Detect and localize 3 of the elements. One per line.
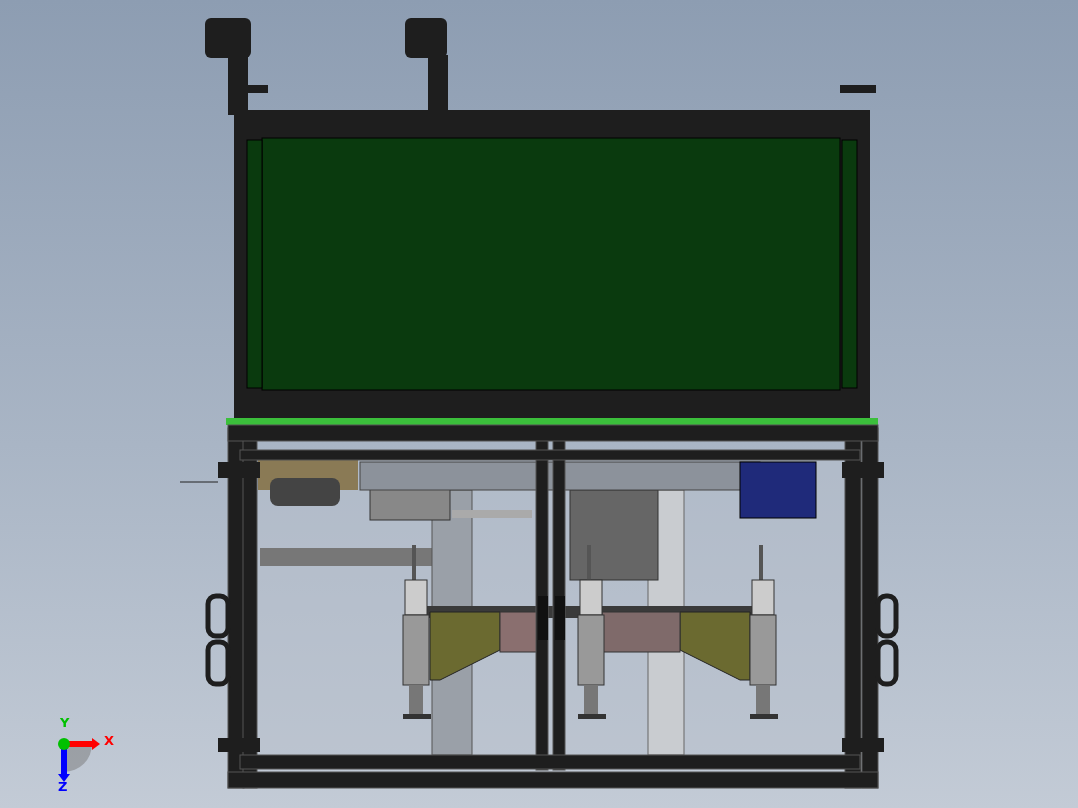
axis-label: Y <box>60 716 70 729</box>
axis-label: X <box>104 734 115 747</box>
axis-label: Z <box>58 780 68 793</box>
